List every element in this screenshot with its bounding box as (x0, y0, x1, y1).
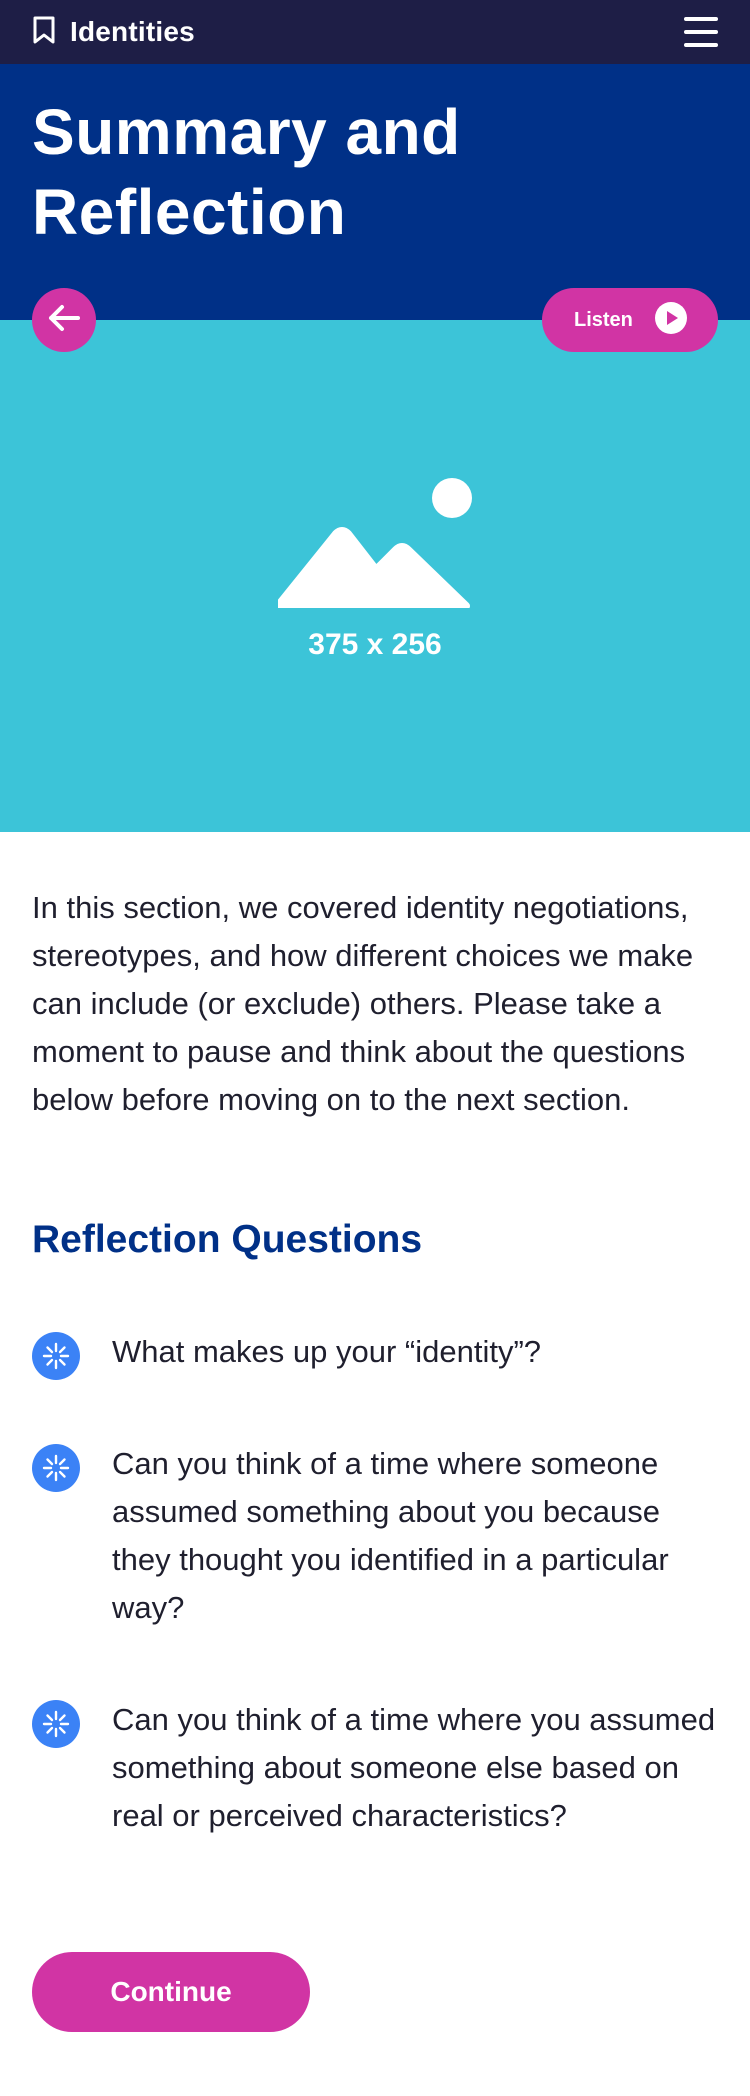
reflection-question: Can you think of a time where someone as… (32, 1440, 722, 1632)
back-button[interactable] (32, 288, 96, 352)
listen-label: Listen (574, 308, 633, 331)
reflection-question: What makes up your “identity”? (32, 1328, 722, 1380)
arrow-left-icon (46, 304, 82, 337)
sparkle-icon (32, 1332, 80, 1380)
continue-button[interactable]: Continue (32, 1952, 310, 2032)
sparkle-icon (32, 1444, 80, 1492)
intro-paragraph: In this section, we covered identity neg… (32, 890, 694, 1117)
sparkle-icon (32, 1700, 80, 1748)
bookmark-icon[interactable] (32, 16, 56, 49)
brand: Identities (32, 16, 195, 49)
page-title-line-2: Reflection (32, 176, 347, 248)
app-title: Identities (70, 16, 195, 47)
play-circle-icon (654, 301, 688, 340)
reflection-questions-heading: Reflection Questions (32, 1218, 423, 1261)
listen-button[interactable]: Listen (542, 288, 718, 352)
hero-banner: Summary and Reflection (0, 64, 750, 320)
image-placeholder-icon (278, 478, 472, 608)
hamburger-menu-icon[interactable] (684, 17, 718, 47)
placeholder-label: 375 x 256 (308, 628, 442, 661)
page-title: Summary and Reflection (32, 92, 718, 252)
question-text: What makes up your “identity”? (112, 1334, 542, 1369)
question-text: Can you think of a time where someone as… (112, 1446, 669, 1625)
page-title-line-1: Summary and (32, 96, 461, 168)
top-bar: Identities (0, 0, 750, 64)
reflection-question: Can you think of a time where you assume… (32, 1696, 722, 1840)
question-text: Can you think of a time where you assume… (112, 1702, 716, 1833)
